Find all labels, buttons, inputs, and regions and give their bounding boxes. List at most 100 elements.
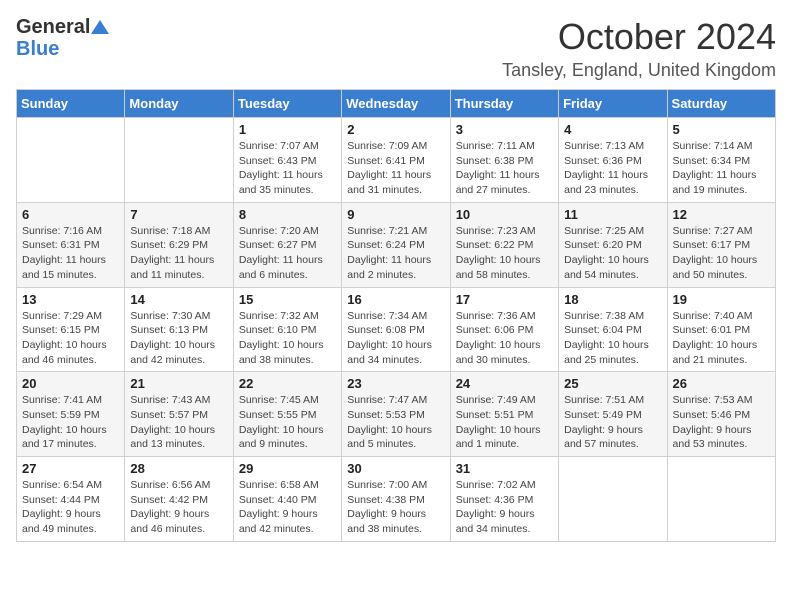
weekday-header-sunday: Sunday	[17, 90, 125, 118]
logo-general: General	[16, 16, 90, 38]
cell-day-number: 25	[564, 376, 661, 391]
cell-day-number: 8	[239, 207, 336, 222]
cell-info: Sunrise: 7:45 AM Sunset: 5:55 PM Dayligh…	[239, 393, 336, 452]
calendar-cell: 19 Sunrise: 7:40 AM Sunset: 6:01 PM Dayli…	[667, 287, 775, 372]
cell-info: Sunrise: 7:34 AM Sunset: 6:08 PM Dayligh…	[347, 309, 444, 368]
calendar-cell: 7Sunrise: 7:18 AM Sunset: 6:29 PM Daylig…	[125, 202, 233, 287]
calendar-cell: 31 Sunrise: 7:02 AM Sunset: 4:36 PM Dayli…	[450, 457, 558, 542]
calendar-cell: 29 Sunrise: 6:58 AM Sunset: 4:40 PM Dayli…	[233, 457, 341, 542]
weekday-header-row: SundayMondayTuesdayWednesdayThursdayFrid…	[17, 90, 776, 118]
calendar-cell: 16Sunrise: 7:34 AM Sunset: 6:08 PM Dayli…	[342, 287, 450, 372]
cell-day-number: 1	[239, 122, 336, 137]
cell-info: Sunrise: 7:41 AM Sunset: 5:59 PM Dayligh…	[22, 393, 119, 452]
cell-day-number: 11	[564, 207, 661, 222]
calendar-cell: 12 Sunrise: 7:27 AM Sunset: 6:17 PM Dayli…	[667, 202, 775, 287]
calendar-cell: 22 Sunrise: 7:45 AM Sunset: 5:55 PM Dayli…	[233, 372, 341, 457]
cell-day-number: 4	[564, 122, 661, 137]
calendar-cell: 10Sunrise: 7:23 AM Sunset: 6:22 PM Dayli…	[450, 202, 558, 287]
logo: General Blue	[16, 16, 110, 60]
cell-info: Sunrise: 7:43 AM Sunset: 5:57 PM Dayligh…	[130, 393, 227, 452]
cell-info: Sunrise: 7:40 AM Sunset: 6:01 PM Dayligh…	[673, 309, 770, 368]
calendar-cell: 25 Sunrise: 7:51 AM Sunset: 5:49 PM Dayli…	[559, 372, 667, 457]
location-title: Tansley, England, United Kingdom	[502, 60, 776, 81]
calendar-cell: 14 Sunrise: 7:30 AM Sunset: 6:13 PM Dayli…	[125, 287, 233, 372]
cell-info: Sunrise: 7:21 AM Sunset: 6:24 PM Dayligh…	[347, 224, 444, 283]
calendar-cell: 5 Sunrise: 7:14 AM Sunset: 6:34 PM Daylig…	[667, 118, 775, 203]
cell-info: Sunrise: 7:13 AM Sunset: 6:36 PM Dayligh…	[564, 139, 661, 198]
cell-info: Sunrise: 7:49 AM Sunset: 5:51 PM Dayligh…	[456, 393, 553, 452]
cell-info: Sunrise: 6:56 AM Sunset: 4:42 PM Dayligh…	[130, 478, 227, 537]
calendar-cell: 27 Sunrise: 6:54 AM Sunset: 4:44 PM Dayli…	[17, 457, 125, 542]
calendar-cell: 30Sunrise: 7:00 AM Sunset: 4:38 PM Dayli…	[342, 457, 450, 542]
cell-info: Sunrise: 7:27 AM Sunset: 6:17 PM Dayligh…	[673, 224, 770, 283]
cell-day-number: 24	[456, 376, 553, 391]
cell-info: Sunrise: 7:53 AM Sunset: 5:46 PM Dayligh…	[673, 393, 770, 452]
cell-info: Sunrise: 6:54 AM Sunset: 4:44 PM Dayligh…	[22, 478, 119, 537]
calendar-cell: 18Sunrise: 7:38 AM Sunset: 6:04 PM Dayli…	[559, 287, 667, 372]
cell-day-number: 9	[347, 207, 444, 222]
cell-day-number: 22	[239, 376, 336, 391]
weekday-header-monday: Monday	[125, 90, 233, 118]
cell-info: Sunrise: 7:51 AM Sunset: 5:49 PM Dayligh…	[564, 393, 661, 452]
calendar-cell: 3Sunrise: 7:11 AM Sunset: 6:38 PM Daylig…	[450, 118, 558, 203]
calendar-cell: 6 Sunrise: 7:16 AM Sunset: 6:31 PM Daylig…	[17, 202, 125, 287]
cell-day-number: 17	[456, 292, 553, 307]
cell-info: Sunrise: 7:29 AM Sunset: 6:15 PM Dayligh…	[22, 309, 119, 368]
cell-day-number: 14	[130, 292, 227, 307]
weekday-header-friday: Friday	[559, 90, 667, 118]
cell-info: Sunrise: 7:32 AM Sunset: 6:10 PM Dayligh…	[239, 309, 336, 368]
week-row-4: 27 Sunrise: 6:54 AM Sunset: 4:44 PM Dayli…	[17, 457, 776, 542]
cell-info: Sunrise: 6:58 AM Sunset: 4:40 PM Dayligh…	[239, 478, 336, 537]
cell-day-number: 21	[130, 376, 227, 391]
calendar-cell	[667, 457, 775, 542]
cell-day-number: 5	[673, 122, 770, 137]
cell-day-number: 28	[130, 461, 227, 476]
calendar-cell: 11 Sunrise: 7:25 AM Sunset: 6:20 PM Dayli…	[559, 202, 667, 287]
cell-day-number: 2	[347, 122, 444, 137]
calendar-cell	[125, 118, 233, 203]
month-title: October 2024	[502, 16, 776, 58]
cell-day-number: 27	[22, 461, 119, 476]
cell-day-number: 31	[456, 461, 553, 476]
calendar-cell: 20 Sunrise: 7:41 AM Sunset: 5:59 PM Dayli…	[17, 372, 125, 457]
week-row-0: 1Sunrise: 7:07 AM Sunset: 6:43 PM Daylig…	[17, 118, 776, 203]
calendar-cell: 24 Sunrise: 7:49 AM Sunset: 5:51 PM Dayli…	[450, 372, 558, 457]
cell-day-number: 7	[130, 207, 227, 222]
cell-info: Sunrise: 7:25 AM Sunset: 6:20 PM Dayligh…	[564, 224, 661, 283]
calendar-cell: 23Sunrise: 7:47 AM Sunset: 5:53 PM Dayli…	[342, 372, 450, 457]
calendar-cell: 8 Sunrise: 7:20 AM Sunset: 6:27 PM Daylig…	[233, 202, 341, 287]
cell-info: Sunrise: 7:02 AM Sunset: 4:36 PM Dayligh…	[456, 478, 553, 537]
calendar-cell: 17 Sunrise: 7:36 AM Sunset: 6:06 PM Dayli…	[450, 287, 558, 372]
cell-day-number: 23	[347, 376, 444, 391]
calendar-cell: 21 Sunrise: 7:43 AM Sunset: 5:57 PM Dayli…	[125, 372, 233, 457]
calendar-table: SundayMondayTuesdayWednesdayThursdayFrid…	[16, 89, 776, 542]
week-row-2: 13Sunrise: 7:29 AM Sunset: 6:15 PM Dayli…	[17, 287, 776, 372]
calendar-cell	[17, 118, 125, 203]
weekday-header-thursday: Thursday	[450, 90, 558, 118]
header: General Blue October 2024 Tansley, Engla…	[16, 16, 776, 81]
cell-day-number: 29	[239, 461, 336, 476]
calendar-cell: 28 Sunrise: 6:56 AM Sunset: 4:42 PM Dayli…	[125, 457, 233, 542]
logo-blue: Blue	[16, 38, 59, 60]
cell-info: Sunrise: 7:30 AM Sunset: 6:13 PM Dayligh…	[130, 309, 227, 368]
cell-day-number: 12	[673, 207, 770, 222]
cell-day-number: 3	[456, 122, 553, 137]
calendar-cell: 26Sunrise: 7:53 AM Sunset: 5:46 PM Dayli…	[667, 372, 775, 457]
cell-day-number: 19	[673, 292, 770, 307]
weekday-header-wednesday: Wednesday	[342, 90, 450, 118]
cell-info: Sunrise: 7:16 AM Sunset: 6:31 PM Dayligh…	[22, 224, 119, 283]
cell-day-number: 6	[22, 207, 119, 222]
cell-day-number: 10	[456, 207, 553, 222]
cell-day-number: 20	[22, 376, 119, 391]
week-row-1: 6 Sunrise: 7:16 AM Sunset: 6:31 PM Daylig…	[17, 202, 776, 287]
cell-info: Sunrise: 7:38 AM Sunset: 6:04 PM Dayligh…	[564, 309, 661, 368]
calendar-cell: 15 Sunrise: 7:32 AM Sunset: 6:10 PM Dayli…	[233, 287, 341, 372]
cell-info: Sunrise: 7:36 AM Sunset: 6:06 PM Dayligh…	[456, 309, 553, 368]
cell-info: Sunrise: 7:14 AM Sunset: 6:34 PM Dayligh…	[673, 139, 770, 198]
calendar-cell: 13Sunrise: 7:29 AM Sunset: 6:15 PM Dayli…	[17, 287, 125, 372]
cell-info: Sunrise: 7:20 AM Sunset: 6:27 PM Dayligh…	[239, 224, 336, 283]
title-area: October 2024 Tansley, England, United Ki…	[502, 16, 776, 81]
calendar-cell: 2Sunrise: 7:09 AM Sunset: 6:41 PM Daylig…	[342, 118, 450, 203]
logo-triangle-icon	[91, 18, 109, 36]
cell-day-number: 15	[239, 292, 336, 307]
